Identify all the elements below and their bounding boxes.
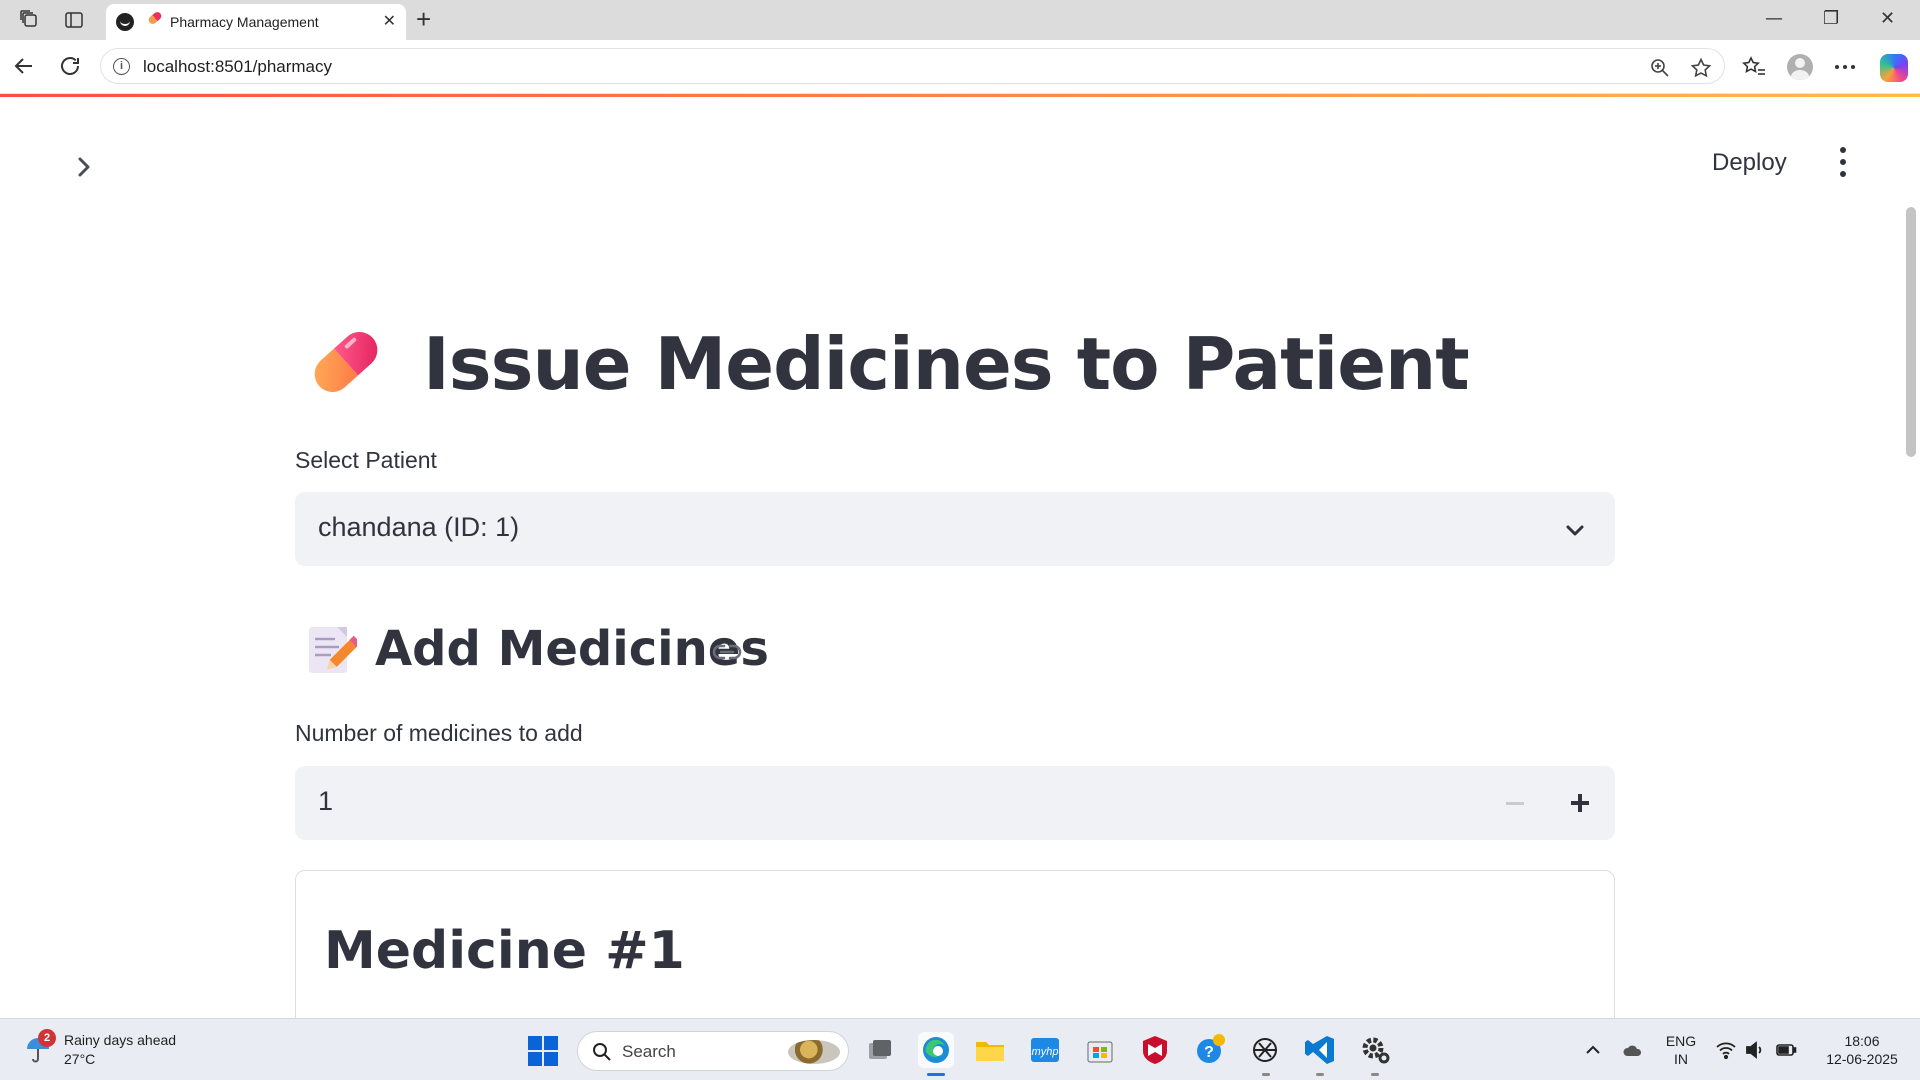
main-menu-kebab-icon[interactable] [1830,145,1856,181]
streamlit-app: Deploy Issue Medicines to Patient Select… [0,97,1920,1018]
tab-pharmacy-management[interactable]: Pharmacy Management ✕ [106,4,406,40]
weather-widget[interactable]: Rainy days ahead 27°C [64,1031,176,1069]
clock-date: 12-06-2025 [1826,1051,1898,1067]
restore-icon[interactable]: ❐ [1823,8,1839,29]
close-window-icon[interactable]: ✕ [1880,8,1895,29]
refresh-icon[interactable] [58,54,82,78]
weather-notification-badge: 2 [38,1029,56,1047]
add-medicines-header: Add Medicines [295,617,1615,687]
windows-start-icon[interactable] [528,1036,558,1066]
chatgpt-icon[interactable] [1247,1032,1283,1068]
number-input-value[interactable]: 1 [318,786,333,817]
profile-avatar[interactable] [1787,54,1813,80]
weather-temperature: 27°C [64,1051,96,1067]
url-path: :8501/pharmacy [210,57,333,76]
app-running-indicator [1262,1073,1270,1076]
app-running-indicator [1316,1073,1324,1076]
wifi-icon[interactable] [1715,1039,1737,1061]
url-omnibox[interactable]: i localhost:8501/pharmacy [100,48,1725,84]
decrement-button[interactable] [1485,766,1545,840]
increment-button[interactable] [1545,766,1615,840]
select-patient-label: Select Patient [295,447,437,473]
chevron-up-icon[interactable] [1582,1039,1604,1061]
url-text: localhost:8501/pharmacy [143,57,332,77]
clock[interactable]: 18:06 12-06-2025 [1812,1032,1912,1068]
microsoft-store-icon[interactable] [1082,1032,1118,1068]
url-host: localhost [143,57,211,76]
app-running-indicator [1371,1073,1379,1076]
mcafee-icon[interactable] [1137,1032,1173,1068]
medicine-card: Medicine #1 [295,870,1615,1018]
anchor-link-icon[interactable] [710,641,744,663]
tab-title: Pharmacy Management [170,14,319,30]
vscode-icon[interactable] [1302,1032,1338,1068]
close-tab-icon[interactable]: ✕ [383,11,396,31]
weather-summary: Rainy days ahead [64,1032,177,1048]
memo-emoji-icon [309,627,357,673]
page-title: Issue Medicines to Patient [423,322,1470,406]
battery-icon[interactable] [1775,1039,1797,1061]
favorite-star-icon[interactable] [1690,57,1712,79]
back-arrow-icon[interactable] [12,54,36,78]
clock-time: 18:06 [1844,1033,1880,1049]
search-icon [593,1043,611,1061]
zoom-icon[interactable] [1649,57,1671,79]
active-app-indicator [927,1073,945,1076]
number-of-medicines-label: Number of medicines to add [295,720,583,746]
deploy-button[interactable]: Deploy [1700,145,1799,181]
onedrive-cloud-icon[interactable] [1622,1039,1644,1061]
minimize-icon[interactable]: — [1765,8,1783,29]
favorites-list-icon[interactable] [1741,54,1767,80]
pill-icon [147,10,163,26]
streamlit-favicon-icon [116,13,134,31]
chevron-down-icon [1566,525,1584,536]
task-view-icon[interactable] [862,1032,898,1068]
pill-emoji-icon [314,331,378,393]
file-explorer-icon[interactable] [972,1032,1008,1068]
windows-taskbar: 2 Rainy days ahead 27°C Search myhp ? EN… [0,1018,1920,1080]
language-indicator[interactable]: ENG IN [1665,1032,1697,1068]
number-of-medicines-input[interactable]: 1 [295,766,1615,840]
expand-sidebar-chevron-icon[interactable] [70,153,98,181]
search-highlight-image [788,1040,840,1064]
settings-gear-icon[interactable] [1357,1032,1393,1068]
page-scrollbar[interactable] [1906,207,1916,457]
svg-text:?: ? [1204,1044,1214,1061]
volume-icon[interactable] [1744,1039,1766,1061]
copilot-icon[interactable] [1880,54,1908,82]
browser-tab-bar: Pharmacy Management ✕ + — ❐ ✕ [0,0,1920,40]
select-patient-dropdown[interactable]: chandana (ID: 1) [295,492,1615,566]
region-code: IN [1674,1051,1688,1067]
hp-app-icon[interactable]: myhp [1027,1032,1063,1068]
more-options-icon[interactable] [1832,54,1858,80]
page-title-row: Issue Medicines to Patient [295,312,1615,412]
taskbar-search-box[interactable]: Search [577,1031,849,1071]
address-bar: i localhost:8501/pharmacy [0,40,1920,94]
get-help-icon[interactable]: ? [1192,1032,1228,1068]
language-code: ENG [1665,1033,1697,1049]
medicine-card-title: Medicine #1 [324,921,685,981]
svg-text:myhp: myhp [1032,1046,1059,1058]
workspaces-icon[interactable] [19,9,41,31]
site-info-icon[interactable]: i [113,58,130,75]
tab-actions-icon[interactable] [63,9,85,31]
selected-patient-value: chandana (ID: 1) [318,512,520,542]
new-tab-button[interactable]: + [416,4,431,35]
search-placeholder: Search [622,1042,676,1061]
edge-browser-icon[interactable] [918,1032,954,1068]
